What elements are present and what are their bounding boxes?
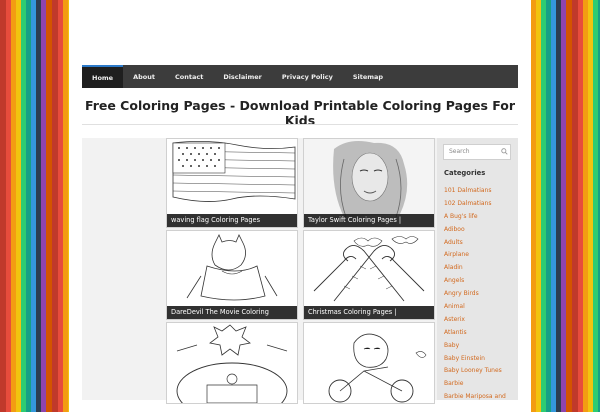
category-link[interactable]: Atlantis (444, 327, 506, 340)
nav-item-sitemap[interactable]: Sitemap (343, 65, 393, 88)
category-link[interactable]: A Bug's life (444, 211, 506, 224)
nav-item-contact[interactable]: Contact (165, 65, 213, 88)
nav-item-home[interactable]: Home (82, 65, 124, 88)
nav-item-privacy-policy[interactable]: Privacy Policy (272, 65, 343, 88)
content-area: waving flag Coloring Pages Taylor Swift … (82, 138, 440, 404)
category-link[interactable]: Adiboo (444, 224, 506, 237)
sidebar: Search Categories 101 Dalmatians 102 Dal… (437, 138, 518, 400)
category-link[interactable]: Adults (444, 237, 506, 250)
post-card-ornament[interactable] (166, 322, 298, 404)
post-card-caption[interactable]: waving flag Coloring Pages (167, 214, 297, 227)
post-card-caption[interactable]: Taylor Swift Coloring Pages | (304, 214, 434, 227)
post-card-biker[interactable] (303, 322, 435, 404)
category-link[interactable]: Aladin (444, 262, 506, 275)
post-card-caption[interactable]: Christmas Coloring Pages | (304, 306, 434, 319)
category-link[interactable]: Airplane (444, 249, 506, 262)
category-link[interactable]: Baby Einstein (444, 353, 506, 366)
ornament-thumbnail (176, 324, 288, 403)
biker-thumbnail (328, 333, 427, 403)
category-link[interactable]: Animal (444, 301, 506, 314)
search-icon[interactable] (501, 148, 508, 155)
category-link[interactable]: Barbie Mariposa and (444, 391, 506, 404)
post-card-christmas[interactable]: Christmas Coloring Pages | (303, 230, 435, 320)
category-link[interactable]: Angry Birds (444, 288, 506, 301)
title-divider (82, 124, 518, 125)
nav-item-disclaimer[interactable]: Disclaimer (213, 65, 272, 88)
main-navigation: Home About Contact Disclaimer Privacy Po… (82, 65, 518, 88)
post-card-caption[interactable]: DareDevil The Movie Coloring (167, 306, 297, 319)
nav-item-about[interactable]: About (123, 65, 165, 88)
categories-list: 101 Dalmatians 102 Dalmatians A Bug's li… (444, 185, 506, 404)
category-link[interactable]: 101 Dalmatians (444, 185, 506, 198)
category-link[interactable]: Asterix (444, 314, 506, 327)
category-link[interactable]: Angels (444, 275, 506, 288)
category-link[interactable]: Barbie (444, 378, 506, 391)
categories-heading: Categories (444, 169, 486, 177)
post-card-waving-flag[interactable]: waving flag Coloring Pages (166, 138, 298, 228)
category-link[interactable]: 102 Dalmatians (444, 198, 506, 211)
post-card-daredevil[interactable]: DareDevil The Movie Coloring (166, 230, 298, 320)
category-link[interactable]: Baby (444, 340, 506, 353)
post-card-taylor-swift[interactable]: Taylor Swift Coloring Pages | (303, 138, 435, 228)
category-link[interactable]: Baby Looney Tunes (444, 365, 506, 378)
